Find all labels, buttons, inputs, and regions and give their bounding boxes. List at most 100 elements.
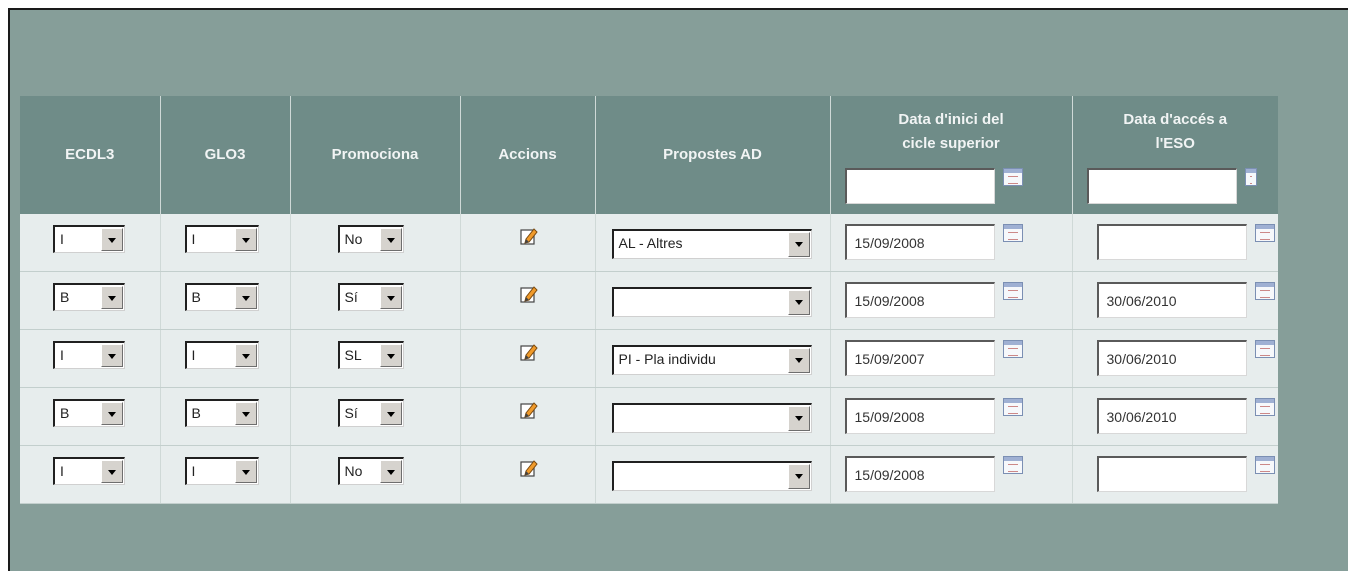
chevron-down-icon[interactable] — [234, 228, 257, 251]
cell-promociona: Sí — [290, 387, 461, 446]
chevron-down-icon[interactable] — [101, 460, 123, 483]
calendar-icon[interactable] — [1002, 456, 1023, 474]
cell-accions — [460, 271, 596, 330]
glo3-select[interactable]: B — [184, 399, 259, 427]
edit-icon[interactable] — [519, 400, 539, 420]
propostes-select[interactable] — [611, 287, 812, 317]
col-header-glo3: GLO3 — [160, 96, 291, 214]
ecdl3-select[interactable]: I — [53, 341, 125, 369]
cell-data-acces — [1072, 214, 1278, 272]
cell-data-acces: 30/06/2010 — [1072, 329, 1278, 388]
col-header-propostes: Propostes AD — [595, 96, 831, 214]
calendar-icon[interactable] — [1002, 282, 1023, 300]
propostes-select[interactable] — [611, 461, 812, 491]
cell-glo3: I — [160, 445, 291, 504]
propostes-select[interactable]: AL - Altres — [611, 229, 812, 259]
chevron-down-icon[interactable] — [101, 286, 123, 309]
table-row: I I SL PI - Pla individu 15/09/2007 30/06/201… — [20, 329, 1278, 388]
data-inici-input[interactable]: 15/09/2008 — [844, 398, 995, 434]
cell-promociona: No — [290, 445, 461, 504]
propostes-select[interactable] — [611, 403, 812, 433]
chevron-down-icon[interactable] — [787, 464, 810, 489]
ecdl3-select[interactable]: I — [53, 457, 125, 485]
chevron-down-icon[interactable] — [787, 232, 810, 257]
calendar-icon[interactable] — [1002, 340, 1023, 358]
chevron-down-icon[interactable] — [787, 348, 810, 373]
edit-icon[interactable] — [519, 284, 539, 304]
promociona-select[interactable]: No — [337, 457, 404, 485]
data-acces-input[interactable]: 30/06/2010 — [1096, 340, 1247, 376]
calendar-icon[interactable] — [1254, 456, 1275, 474]
chevron-down-icon[interactable] — [787, 406, 810, 431]
ecdl3-select[interactable]: B — [53, 283, 125, 311]
calendar-icon[interactable] — [1002, 398, 1023, 416]
chevron-down-icon[interactable] — [101, 402, 123, 425]
chevron-down-icon[interactable] — [787, 290, 810, 315]
chevron-down-icon[interactable] — [234, 402, 257, 425]
ecdl3-select[interactable]: I — [53, 225, 125, 253]
col-header-accions: Accions — [460, 96, 596, 214]
data-acces-input[interactable]: 30/06/2010 — [1096, 282, 1247, 318]
ecdl3-select[interactable]: B — [53, 399, 125, 427]
chevron-down-icon[interactable] — [379, 286, 402, 309]
chevron-down-icon[interactable] — [379, 402, 402, 425]
promociona-select[interactable]: Sí — [337, 399, 404, 427]
calendar-icon[interactable] — [1002, 168, 1023, 186]
cell-data-inici: 15/09/2008 — [830, 387, 1073, 446]
chevron-down-icon[interactable] — [101, 344, 123, 367]
data-inici-input[interactable]: 15/09/2008 — [844, 282, 995, 318]
chevron-down-icon[interactable] — [234, 344, 257, 367]
promociona-select[interactable]: Sí — [337, 283, 404, 311]
chevron-down-icon[interactable] — [379, 460, 402, 483]
data-acces-input[interactable]: 30/06/2010 — [1096, 398, 1247, 434]
chevron-down-icon[interactable] — [379, 228, 402, 251]
calendar-icon[interactable] — [1254, 340, 1275, 358]
cell-propostes — [595, 445, 831, 504]
form-panel: ECDL3 GLO3 Promociona Accions Propostes … — [8, 8, 1348, 571]
calendar-icon[interactable] — [1254, 282, 1275, 300]
calendar-icon[interactable] — [1002, 224, 1023, 242]
cell-data-acces: 30/06/2010 — [1072, 387, 1278, 446]
cell-accions — [460, 387, 596, 446]
propostes-select[interactable]: PI - Pla individu — [611, 345, 812, 375]
data-acces-input[interactable] — [1096, 224, 1247, 260]
edit-icon[interactable] — [519, 342, 539, 362]
data-inici-input[interactable]: 15/09/2008 — [844, 224, 995, 260]
glo3-select[interactable]: I — [184, 457, 259, 485]
chevron-down-icon[interactable] — [234, 286, 257, 309]
chevron-down-icon[interactable] — [379, 344, 402, 367]
glo3-select[interactable]: I — [184, 341, 259, 369]
data-inici-input[interactable]: 15/09/2007 — [844, 340, 995, 376]
cell-accions — [460, 329, 596, 388]
calendar-icon[interactable] — [1254, 224, 1275, 242]
filter-data-inici-input[interactable] — [844, 168, 995, 204]
col-header-data-acces: Data d'accés a l'ESO — [1072, 96, 1278, 214]
calendar-icon[interactable] — [1244, 168, 1257, 186]
cell-promociona: SL — [290, 329, 461, 388]
promociona-select[interactable]: No — [337, 225, 404, 253]
cell-glo3: I — [160, 214, 291, 272]
filter-data-acces-input[interactable] — [1086, 168, 1237, 204]
cell-propostes: PI - Pla individu — [595, 329, 831, 388]
edit-icon[interactable] — [519, 458, 539, 478]
edit-icon[interactable] — [519, 226, 539, 246]
chevron-down-icon[interactable] — [101, 228, 123, 251]
students-table: ECDL3 GLO3 Promociona Accions Propostes … — [20, 96, 1278, 504]
glo3-select[interactable]: I — [184, 225, 259, 253]
col-header-data-inici: Data d'inici del cicle superior — [830, 96, 1073, 214]
cell-promociona: Sí — [290, 271, 461, 330]
data-acces-input[interactable] — [1096, 456, 1247, 492]
promociona-select[interactable]: SL — [337, 341, 404, 369]
table-header-row: ECDL3 GLO3 Promociona Accions Propostes … — [20, 96, 1278, 214]
glo3-select[interactable]: B — [184, 283, 259, 311]
cell-glo3: B — [160, 271, 291, 330]
chevron-down-icon[interactable] — [234, 460, 257, 483]
data-inici-input[interactable]: 15/09/2008 — [844, 456, 995, 492]
cell-glo3: I — [160, 329, 291, 388]
cell-data-inici: 15/09/2007 — [830, 329, 1073, 388]
calendar-icon[interactable] — [1254, 398, 1275, 416]
cell-promociona: No — [290, 214, 461, 272]
cell-ecdl3: B — [20, 387, 161, 446]
table-row: B B Sí 15/09/2008 30/06/2010 — [20, 387, 1278, 446]
table-row: I I No 15/09/2008 — [20, 445, 1278, 504]
